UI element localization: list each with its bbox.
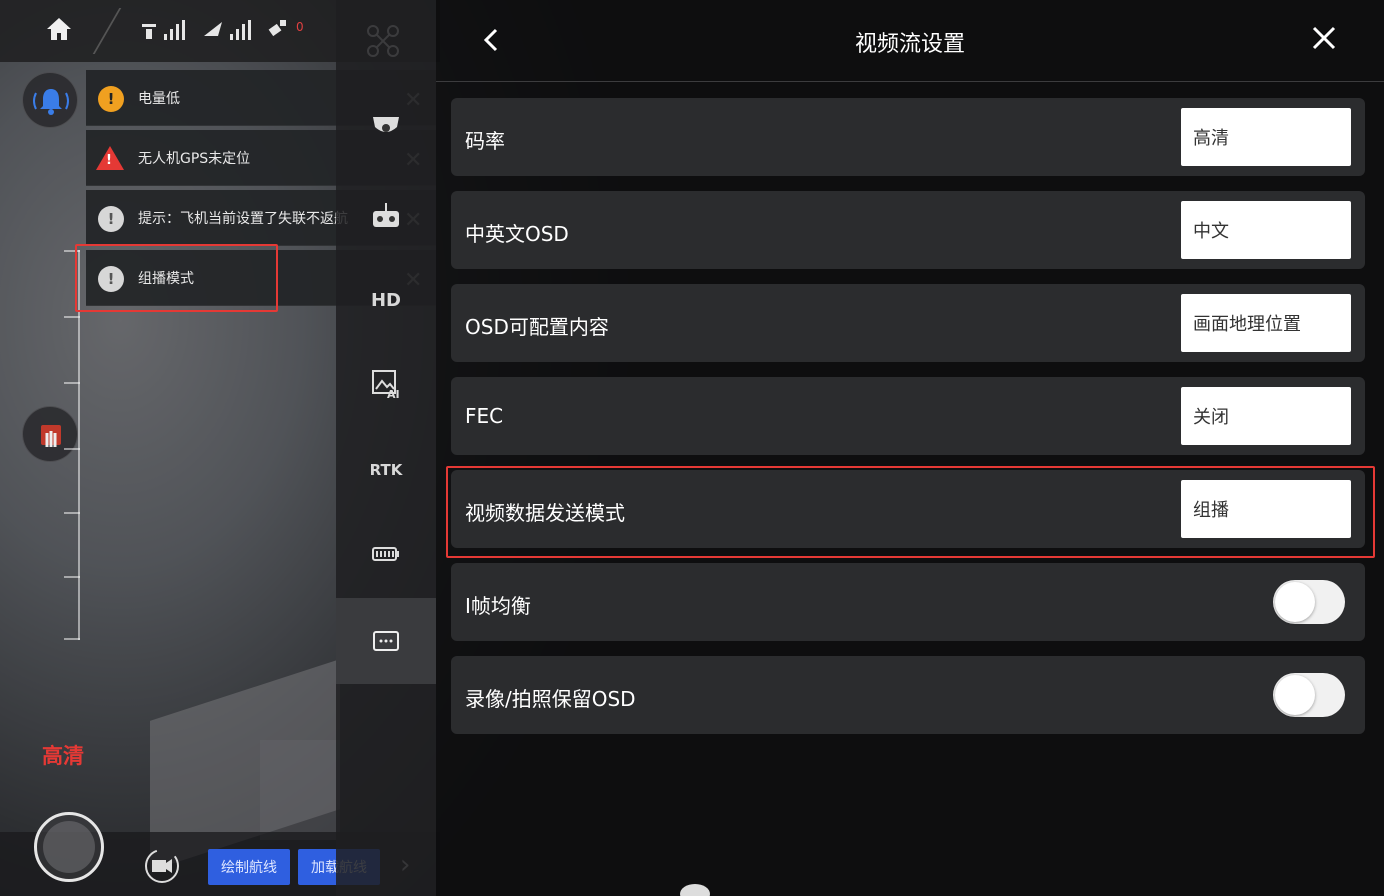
alert-triangle-icon: !	[96, 146, 124, 170]
panel-title: 视频流设置	[854, 32, 965, 57]
setting-highlight-box	[446, 466, 1375, 558]
setting-label: 中英文OSD	[465, 222, 569, 246]
video-quality-label: 高清	[42, 744, 84, 768]
nav-rtk[interactable]: RTK	[336, 428, 436, 512]
close-icon	[1312, 26, 1336, 50]
remote-signal-icon	[142, 20, 185, 40]
nav-hd-transmission[interactable]: HD	[336, 258, 436, 342]
nav-gimbal[interactable]	[336, 84, 436, 168]
setting-label: 录像/拍照保留OSD	[465, 687, 636, 711]
nav-remote-controller[interactable]	[336, 174, 436, 258]
setting-row-fec: FEC 关闭	[451, 377, 1365, 455]
setting-label: OSD可配置内容	[465, 315, 609, 339]
nav-battery[interactable]	[336, 512, 436, 596]
battery-icon	[372, 547, 399, 561]
video-signal-icon	[204, 20, 251, 40]
satellite-count: 0	[296, 20, 304, 34]
setting-row-iframe-balance: I帧均衡	[451, 563, 1365, 641]
hd-label: HD	[370, 289, 401, 311]
notification-text: 电量低	[138, 91, 180, 107]
remote-controller-icon	[373, 203, 399, 227]
home-icon[interactable]	[44, 14, 74, 44]
draw-route-button[interactable]: 绘制航线	[208, 849, 290, 885]
notification-highlight-box	[75, 244, 278, 312]
settings-nav: HD AI RTK	[336, 0, 436, 896]
setting-label: 码率	[465, 129, 505, 153]
rtk-label: RTK	[369, 461, 403, 479]
bell-icon	[33, 89, 69, 115]
gimbal-camera-icon	[373, 117, 399, 132]
notification-text: 提示：飞机当前设置了失联不返航	[138, 211, 348, 227]
setting-row-bitrate: 码率 高清	[451, 98, 1365, 176]
setting-row-osd-language: 中英文OSD 中文	[451, 191, 1365, 269]
svg-text:AI: AI	[387, 388, 400, 399]
more-icon	[373, 631, 399, 651]
osd-language-select[interactable]: 中文	[1181, 201, 1351, 259]
panel-header: 视频流设置	[436, 0, 1384, 82]
setting-label: FEC	[465, 404, 504, 428]
warning-icon: !	[98, 86, 124, 112]
alarm-button[interactable]	[22, 72, 78, 128]
iframe-balance-toggle[interactable]	[1273, 580, 1345, 624]
keep-osd-toggle[interactable]	[1273, 673, 1345, 717]
setting-row-osd-content: OSD可配置内容 画面地理位置	[451, 284, 1365, 362]
bitrate-select[interactable]: 高清	[1181, 108, 1351, 166]
satellite-icon	[268, 20, 286, 37]
fec-select[interactable]: 关闭	[1181, 387, 1351, 445]
close-button[interactable]	[1310, 24, 1342, 60]
setting-label: I帧均衡	[465, 594, 531, 618]
nav-more[interactable]	[336, 598, 436, 684]
setting-row-keep-osd: 录像/拍照保留OSD	[451, 656, 1365, 734]
ai-image-icon: AI	[372, 370, 400, 399]
status-divider	[92, 8, 122, 54]
nav-ai[interactable]: AI	[336, 342, 436, 426]
osd-content-select[interactable]: 画面地理位置	[1181, 294, 1351, 352]
shutter-button[interactable]	[34, 812, 104, 882]
video-stream-settings-panel: 视频流设置 码率 高清 中英文OSD 中文 OSD可配置内容 画面地理位置 FE…	[436, 0, 1384, 896]
camera-switch-icon[interactable]	[140, 846, 184, 886]
info-icon: !	[98, 206, 124, 232]
notification-text: 无人机GPS未定位	[138, 151, 251, 167]
